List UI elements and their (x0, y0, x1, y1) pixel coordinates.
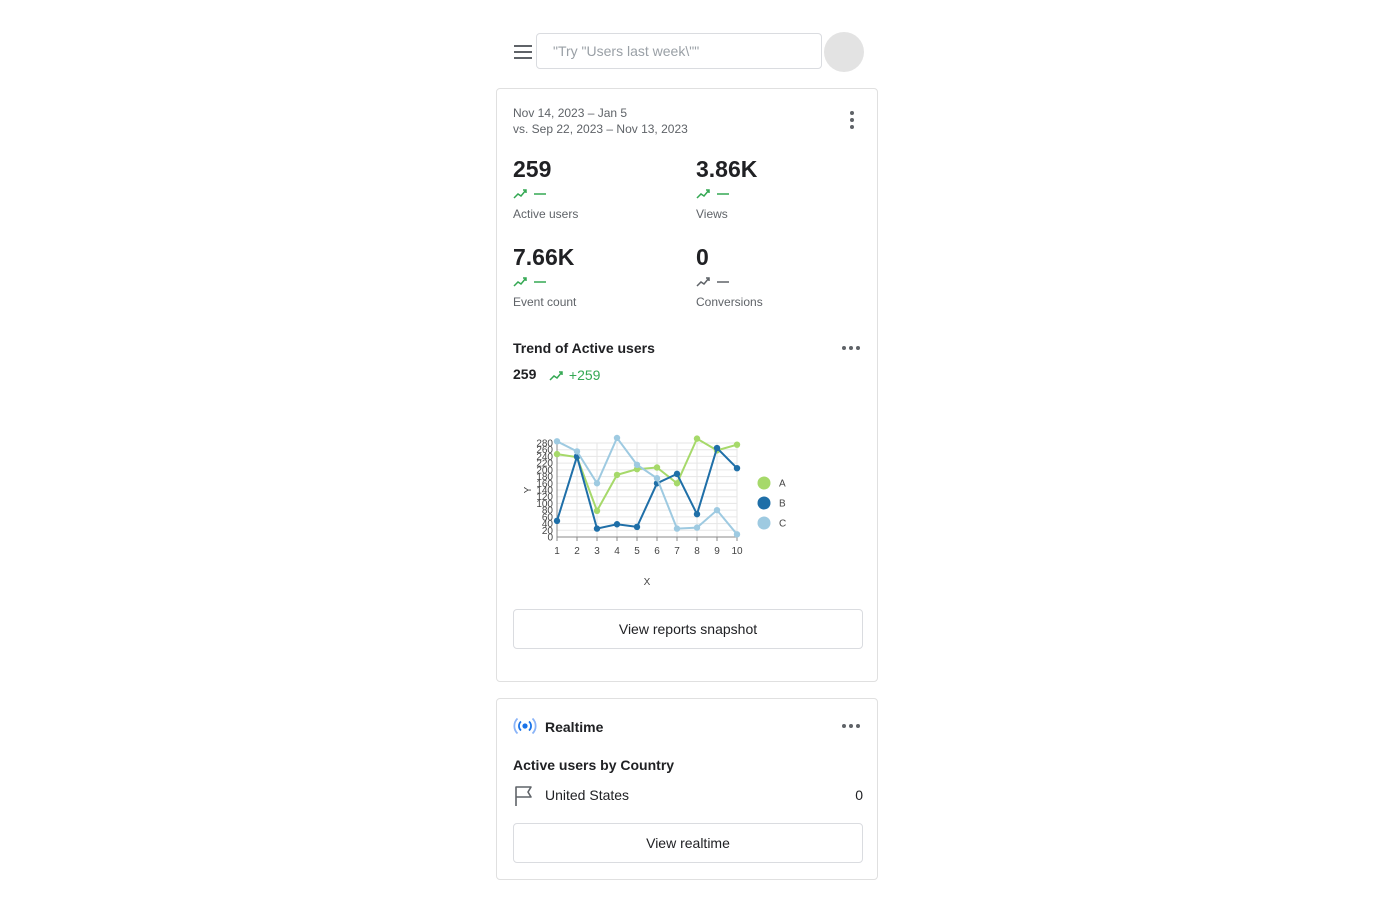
view-reports-snapshot-button[interactable]: View reports snapshot (513, 609, 863, 649)
metric-event-count[interactable]: 7.66K Event count (513, 243, 683, 309)
metric-label: Active users (513, 207, 579, 221)
data-point-C (693, 524, 701, 531)
data-point-B (693, 510, 701, 518)
data-point-B (673, 470, 681, 478)
realtime-card: Realtime Active users by Country United … (496, 698, 878, 880)
realtime-subtitle: Active users by Country (513, 757, 675, 773)
data-point-A (673, 480, 681, 487)
metric-label: Event count (513, 295, 577, 309)
trend-delta-value: +259 (568, 367, 601, 383)
trend-up-icon (513, 275, 683, 291)
trend-up-icon (513, 187, 683, 203)
data-point-C (593, 480, 601, 487)
data-point-A (613, 471, 621, 479)
x-tick-label: 1 (554, 546, 560, 557)
metric-views[interactable]: 3.86K Views (696, 155, 866, 221)
metric-label: Views (696, 207, 728, 221)
data-point-A (553, 450, 561, 458)
data-point-C (653, 475, 661, 482)
data-point-B (613, 521, 621, 528)
x-axis-label: X (644, 577, 651, 588)
more-vert-icon[interactable] (849, 111, 855, 131)
x-tick-label: 4 (614, 546, 620, 557)
data-point-A (593, 507, 601, 515)
metric-value: 0 (696, 244, 709, 270)
view-realtime-button[interactable]: View realtime (513, 823, 863, 863)
legend-label-A: A (779, 479, 786, 490)
flag-icon (515, 786, 532, 806)
metric-label: Conversions (696, 295, 763, 309)
trend-delta: +259 (549, 367, 600, 383)
table-row: United States 0 (513, 783, 863, 809)
data-point-C (573, 448, 581, 455)
top-bar (508, 32, 868, 72)
active-users-chart: 0204060801001201401601802002202402602801… (523, 434, 786, 588)
x-tick-label: 5 (634, 546, 640, 557)
x-tick-label: 10 (731, 546, 743, 557)
more-horiz-icon[interactable] (842, 724, 864, 732)
y-axis-label: Y (523, 486, 534, 493)
metric-conversions[interactable]: 0 Conversions (696, 243, 866, 309)
legend-marker-A (757, 476, 771, 490)
data-point-C (633, 461, 641, 469)
more-horiz-icon[interactable] (842, 346, 864, 354)
x-tick-label: 3 (594, 546, 600, 557)
legend-marker-B (757, 496, 771, 510)
metric-active-users[interactable]: 259 Active users (513, 155, 683, 221)
data-point-B (733, 464, 741, 472)
data-point-B (633, 523, 641, 531)
trend-up-icon (696, 187, 866, 203)
legend-label-B: B (779, 499, 786, 510)
metric-value: 3.86K (696, 156, 758, 182)
x-tick-label: 6 (654, 546, 660, 557)
search-input[interactable] (536, 33, 822, 69)
date-range: Nov 14, 2023 – Jan 5 vs. Sep 22, 2023 – … (513, 105, 688, 137)
trend-title: Trend of Active users (513, 340, 655, 356)
overview-card: Nov 14, 2023 – Jan 5 vs. Sep 22, 2023 – … (496, 88, 878, 682)
legend-label-C: C (779, 519, 786, 530)
y-tick-label: 280 (536, 439, 553, 450)
trend-value: 259 (513, 366, 537, 382)
data-point-B (553, 517, 561, 525)
data-point-A (693, 435, 701, 442)
series-line-C (556, 435, 738, 535)
data-point-C (553, 438, 561, 445)
legend-marker-C (757, 516, 771, 530)
date-range-compare: vs. Sep 22, 2023 – Nov 13, 2023 (513, 122, 688, 136)
x-tick-label: 7 (674, 546, 680, 557)
hamburger-menu-icon[interactable] (514, 40, 536, 64)
country-name: United States (545, 787, 630, 803)
data-point-C (613, 434, 621, 442)
x-tick-label: 9 (714, 546, 720, 557)
avatar[interactable] (824, 32, 864, 72)
realtime-title: Realtime (545, 719, 604, 735)
date-range-current: Nov 14, 2023 – Jan 5 (513, 106, 628, 120)
realtime-broadcast-icon (513, 717, 537, 740)
data-point-C (673, 525, 681, 532)
data-point-A (653, 464, 661, 471)
data-point-B (713, 444, 721, 452)
data-point-C (713, 506, 721, 514)
x-tick-label: 2 (574, 546, 580, 557)
metric-value: 7.66K (513, 244, 575, 270)
trend-up-icon (696, 275, 866, 291)
x-tick-label: 8 (694, 546, 700, 557)
trend-up-icon (549, 371, 563, 381)
metric-value: 259 (513, 156, 552, 182)
data-point-C (733, 531, 741, 538)
country-value: 0 (855, 787, 863, 803)
data-point-B (593, 525, 601, 532)
data-point-A (733, 441, 741, 448)
